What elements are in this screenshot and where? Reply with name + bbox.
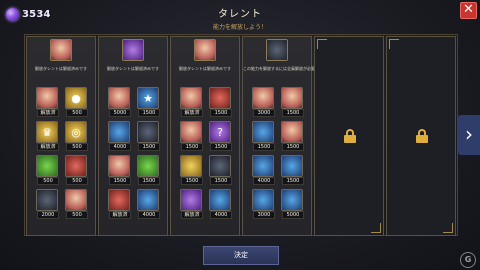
talent-node-hero-red[interactable]: 1500: [209, 87, 232, 117]
dark-orb-icon: [266, 39, 288, 61]
talent-cost-label: 解放済: [181, 109, 203, 117]
talent-cost-label: 500: [37, 177, 59, 185]
talent-cost-label: 4000: [210, 211, 232, 219]
talent-node-blue-skill[interactable]: 4000: [252, 155, 275, 185]
talent-cost-label: 1500: [282, 109, 304, 117]
column-label: 解放タレントは解放済みです: [107, 66, 159, 71]
talent-cost-label: 500: [66, 143, 88, 151]
column-header: 解放タレントは解放済みです: [27, 39, 95, 72]
talent-node-hero-face[interactable]: 1500: [281, 121, 304, 151]
talent-node-hero-gold[interactable]: 1500: [180, 155, 203, 185]
talent-cost-label: 1500: [253, 143, 275, 151]
talent-node-blue-skill[interactable]: 4000: [209, 189, 232, 219]
column-header: この能力を解放するには全員解放が必要です: [243, 39, 323, 72]
lock-icon: [344, 129, 356, 143]
currency-display: 3534: [6, 7, 51, 21]
talent-cost-label: 1500: [109, 177, 131, 185]
talent-cost-label: 1500: [210, 109, 232, 117]
talent-cost-label: 2000: [37, 211, 59, 219]
column-label: この能力を解放するには全員解放が必要です: [243, 66, 323, 71]
close-button[interactable]: ✕: [460, 2, 477, 19]
lock-icon: [416, 129, 428, 143]
talent-cost-label: 解放済: [181, 211, 203, 219]
talent-node-question[interactable]: ? 1500: [209, 121, 232, 151]
page-subtitle: 能力を解放しよう！: [212, 24, 267, 31]
talent-cost-label: 500: [66, 211, 88, 219]
talent-cost-label: 1500: [181, 177, 203, 185]
talent-cost-label: 1500: [282, 177, 304, 185]
talent-cost-label: 1500: [138, 109, 160, 117]
talent-node-hero-face[interactable]: 解放済: [180, 87, 203, 117]
talent-cost-label: 4000: [253, 177, 275, 185]
talent-screen: 3534 タレント 能力を解放しよう！ ✕ 解放タレントは解放済みです 解放済 ● 5…: [0, 0, 480, 270]
talent-node-blue-skill[interactable]: 5000: [281, 189, 304, 219]
talent-node-hero-face[interactable]: 3000: [252, 87, 275, 117]
talent-node-coin-stack[interactable]: ◎ 500: [65, 121, 88, 151]
purple-orb-icon: [122, 39, 144, 61]
talent-cost-label: 4000: [138, 211, 160, 219]
locked-column-2: [386, 36, 456, 236]
page-title: タレント: [218, 9, 262, 20]
next-page-button[interactable]: ›: [458, 115, 480, 155]
talent-node-blue-skill[interactable]: 1500: [252, 121, 275, 151]
hero-portrait-icon: [50, 39, 72, 61]
talent-column-4: この能力を解放するには全員解放が必要です 3000 1500 1500 1500 4000…: [242, 36, 323, 236]
talent-column-1: 解放タレントは解放済みです 解放済 ● 500 ♛ 解放済 ◎ 500 500 500 2000 50…: [26, 36, 96, 236]
talent-cost-label: 4000: [109, 143, 131, 151]
talent-cost-label: 1500: [138, 143, 160, 151]
talent-cost-label: 解放済: [109, 211, 131, 219]
watermark-logo: G: [460, 252, 476, 268]
talent-cost-label: 解放済: [37, 109, 59, 117]
locked-column-1: [314, 36, 384, 236]
talent-node-shield[interactable]: ♛ 解放済: [36, 121, 59, 151]
header: タレント 能力を解放しよう！: [140, 5, 340, 31]
talent-node-blue-skill[interactable]: 4000: [108, 121, 131, 151]
talent-cost-label: 1500: [210, 177, 232, 185]
column-label: 解放タレントは解放済みです: [35, 66, 87, 71]
talent-node-hero-blue[interactable]: 3000: [252, 189, 275, 219]
talent-node-hero-face[interactable]: 5000: [108, 87, 131, 117]
talent-node-dark-skill[interactable]: 1500: [209, 155, 232, 185]
talent-cost-label: 3000: [253, 211, 275, 219]
gem-icon: [6, 7, 19, 21]
talent-cost-label: 3000: [253, 109, 275, 117]
talent-cost-label: 1500: [282, 143, 304, 151]
currency-value: 3534: [22, 8, 51, 20]
talent-cost-label: 500: [66, 177, 88, 185]
talent-node-dark-skill[interactable]: 1500: [137, 121, 160, 151]
talent-node-hero-face[interactable]: 1500: [108, 155, 131, 185]
talent-cost-label: 1500: [181, 143, 203, 151]
talent-cost-label: 5000: [282, 211, 304, 219]
talent-node-green-hero[interactable]: 1500: [137, 155, 160, 185]
talent-node-red-skill[interactable]: 500: [65, 155, 88, 185]
talent-node-purple-skill[interactable]: 解放済: [180, 189, 203, 219]
talent-node-wizard[interactable]: ★ 1500: [137, 87, 160, 117]
talent-column-2: 解放タレントは解放済みです 5000 ★ 1500 4000 1500 1500 1500 解放…: [98, 36, 168, 236]
talent-node-red-hero[interactable]: 解放済: [108, 189, 131, 219]
talent-node-hero-dark[interactable]: 500: [65, 189, 88, 219]
talent-column-3: 解放タレントは解放済みです 解放済 1500 1500? 1500 1500 1500 解放済…: [170, 36, 240, 236]
talent-node-dark-skill[interactable]: 2000: [36, 189, 59, 219]
talent-node-green-skill[interactable]: 500: [36, 155, 59, 185]
talent-cost-label: 5000: [109, 109, 131, 117]
talent-cost-label: 解放済: [37, 143, 59, 151]
column-header: 解放タレントは解放済みです: [99, 39, 167, 72]
talent-cost-label: 1500: [138, 177, 160, 185]
talent-node-hero-face[interactable]: 1500: [180, 121, 203, 151]
hero-portrait-icon: [194, 39, 216, 61]
talent-node-blue-skill[interactable]: 1500: [281, 155, 304, 185]
talent-node-hero-face[interactable]: 解放済: [36, 87, 59, 117]
talent-node-coin[interactable]: ● 500: [65, 87, 88, 117]
confirm-button[interactable]: 決定: [203, 246, 279, 265]
talent-node-hero-face[interactable]: 1500: [281, 87, 304, 117]
column-label: 解放タレントは解放済みです: [179, 66, 231, 71]
talent-node-blue-skill[interactable]: 4000: [137, 189, 160, 219]
talent-cost-label: 500: [66, 109, 88, 117]
talent-cost-label: 1500: [210, 143, 232, 151]
column-header: 解放タレントは解放済みです: [171, 39, 239, 72]
